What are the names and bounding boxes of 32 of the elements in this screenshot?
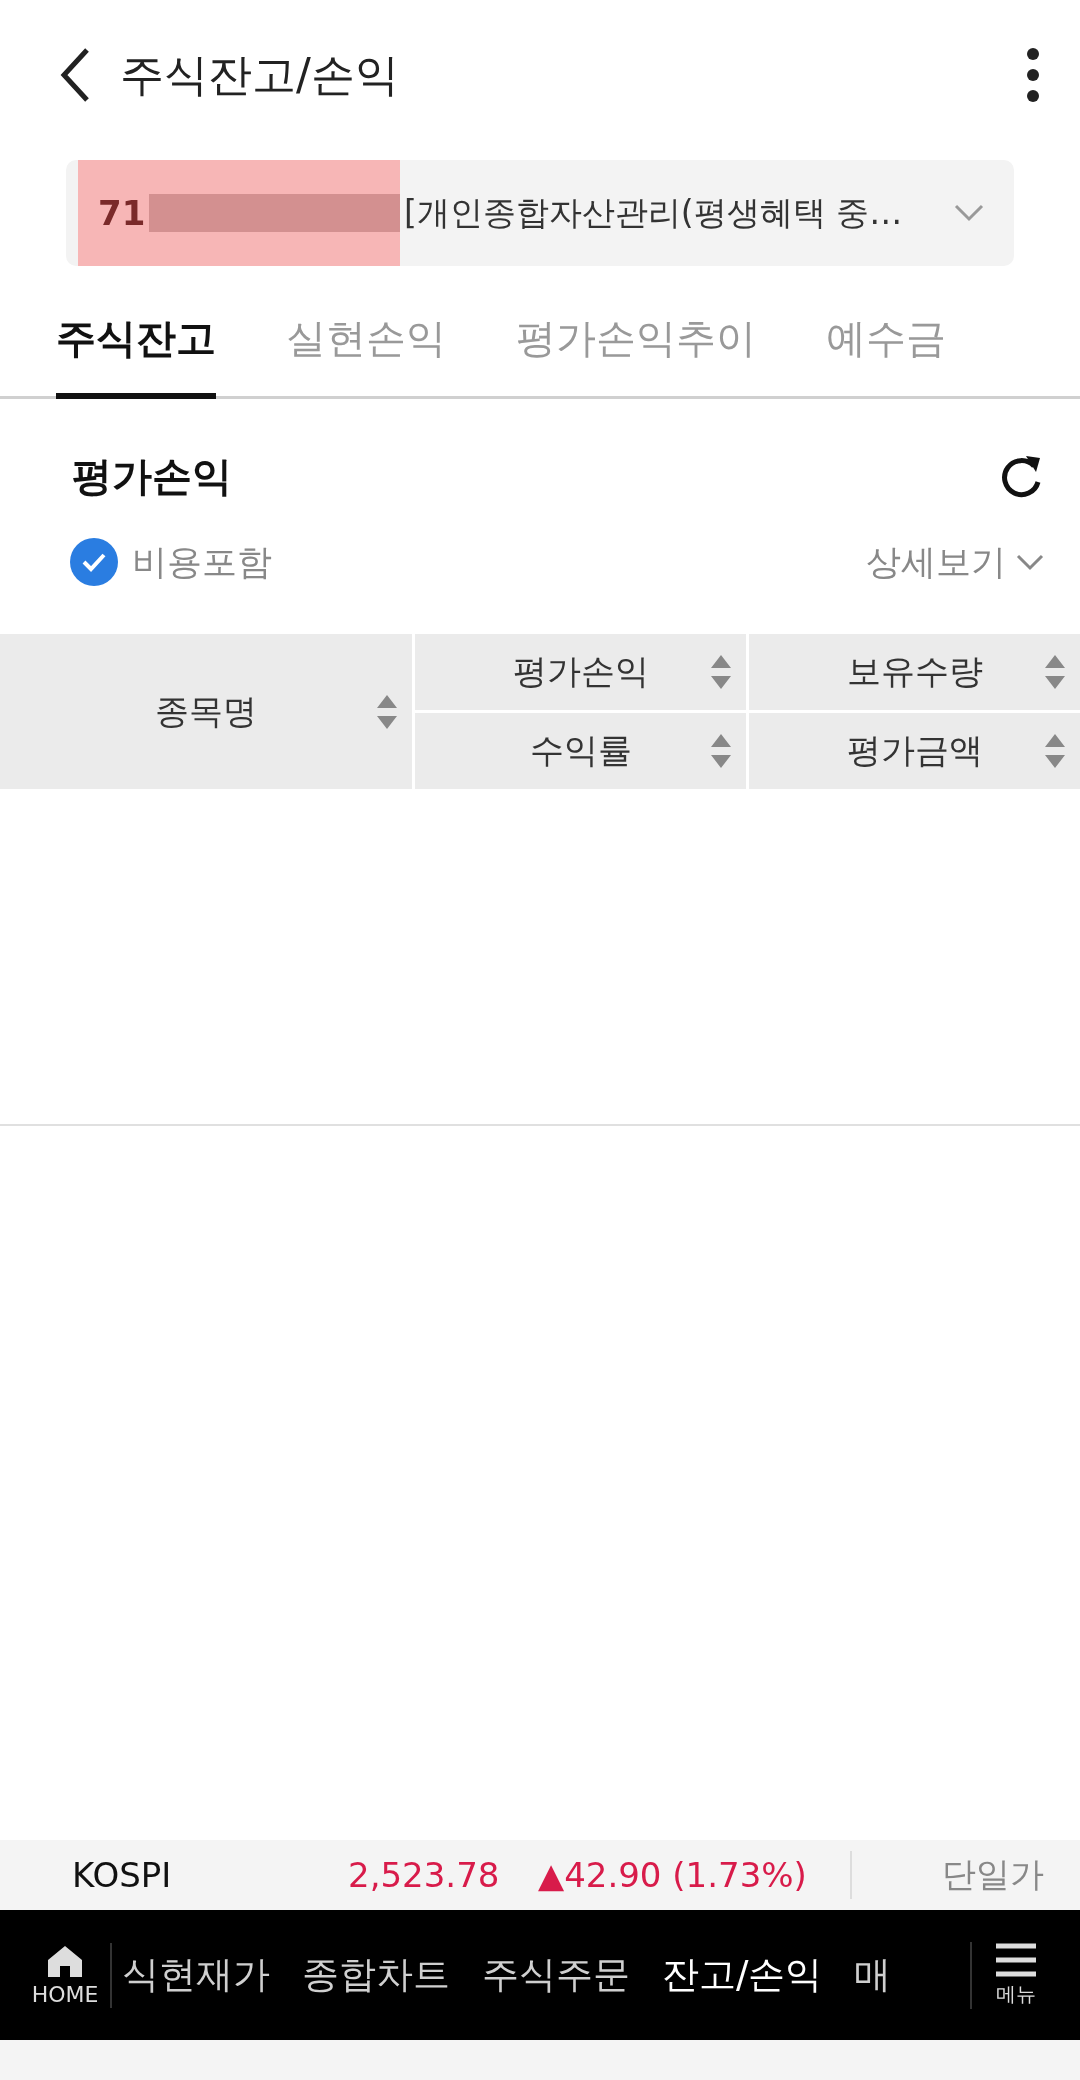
tab[interactable]: 주식잔고 bbox=[56, 284, 216, 399]
column-header[interactable]: 평가금액 bbox=[749, 713, 1080, 789]
chevron-down-icon bbox=[954, 204, 984, 222]
include-fees-checkbox[interactable]: 비용포함 bbox=[70, 538, 272, 586]
house-icon bbox=[46, 1943, 84, 1978]
chevron-down-icon bbox=[1016, 553, 1044, 571]
sort-icon[interactable] bbox=[710, 732, 732, 770]
index-value: 2,523.78 bbox=[348, 1855, 501, 1895]
sort-icon[interactable] bbox=[710, 653, 732, 691]
column-header[interactable]: 종목명 bbox=[0, 634, 412, 789]
section-title: 평가손익 bbox=[72, 452, 232, 501]
account-selector[interactable]: 71 [개인종합자산관리(평생혜택 중… bbox=[66, 160, 1014, 266]
menu-button[interactable]: 메뉴 bbox=[970, 1941, 1060, 2009]
page-title: 주식잔고/손익 bbox=[120, 47, 400, 102]
checkmark-icon bbox=[81, 552, 107, 572]
more-icon[interactable] bbox=[1026, 47, 1040, 103]
nav-item[interactable]: 매 bbox=[854, 1950, 892, 2000]
column-header[interactable]: 수익률 bbox=[415, 713, 746, 789]
index-name: KOSPI bbox=[72, 1855, 173, 1895]
detail-view-toggle[interactable]: 상세보기 bbox=[866, 538, 1044, 586]
nav-item[interactable]: 식현재가 bbox=[122, 1950, 270, 2000]
column-header[interactable]: 평가손익 bbox=[415, 634, 746, 710]
sort-icon[interactable] bbox=[1044, 653, 1066, 691]
nav-item[interactable]: 주식주문 bbox=[482, 1950, 630, 2000]
nav-item[interactable]: 종합차트 bbox=[302, 1950, 450, 2000]
sort-icon[interactable] bbox=[1044, 732, 1066, 770]
index-change: ▲42.90 (1.73%) bbox=[538, 1855, 808, 1895]
nav-item[interactable]: 잔고/손익 bbox=[662, 1950, 823, 2000]
back-icon[interactable] bbox=[60, 47, 90, 103]
menu-icon bbox=[994, 1942, 1038, 1977]
column-header[interactable]: 보유수량 bbox=[749, 634, 1080, 710]
home-button[interactable]: HOME bbox=[20, 1942, 112, 2008]
